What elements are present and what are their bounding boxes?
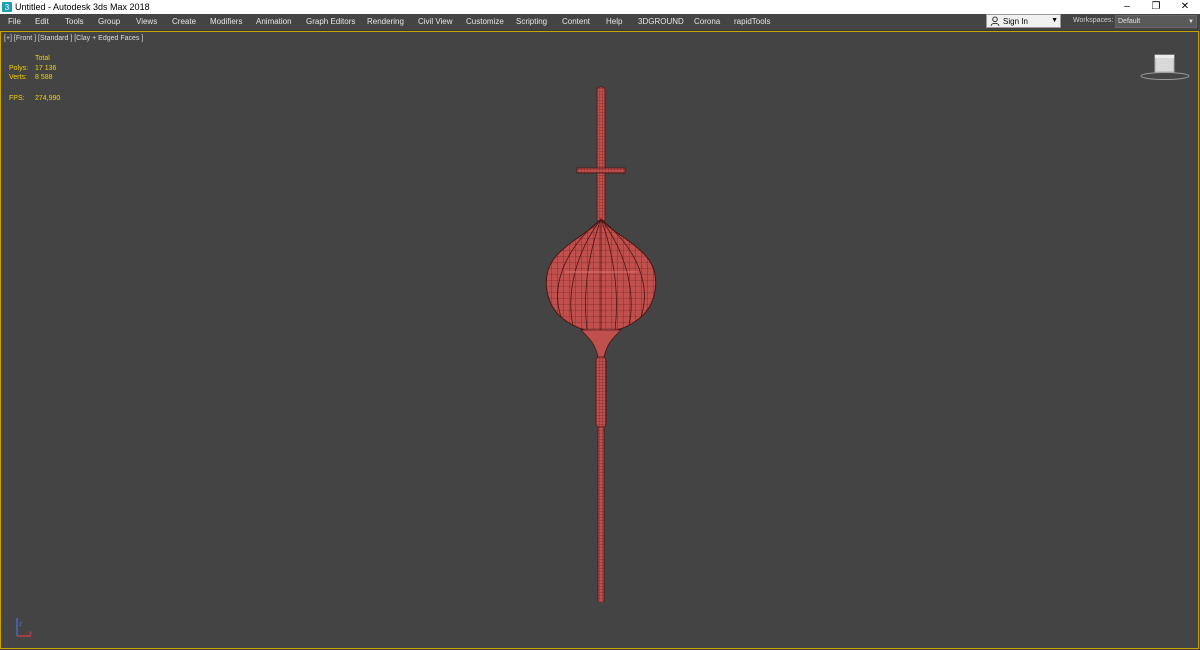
menu-content[interactable]: Content [562,16,590,28]
viewport-label-menu[interactable]: [+] [Front ] [Standard ] [Clay + Edged F… [4,34,143,44]
minimize-button[interactable]: – [1113,0,1141,14]
window-title: Untitled - Autodesk 3ds Max 2018 [15,2,150,12]
menu-3dground[interactable]: 3DGROUND [638,16,684,28]
menu-civil-view[interactable]: Civil View [418,16,453,28]
menu-help[interactable]: Help [606,16,622,28]
user-icon [990,16,1000,26]
fps-value: 274,990 [35,95,61,102]
workspaces-value: Default [1118,18,1141,25]
menu-create[interactable]: Create [172,16,196,28]
menu-scripting[interactable]: Scripting [516,16,547,28]
menu-customize[interactable]: Customize [466,16,504,28]
verts-label: Verts: [9,74,27,81]
menu-tools[interactable]: Tools [65,16,84,28]
model-wireframe[interactable] [521,82,681,602]
viewcube-icon[interactable] [1139,52,1191,82]
menu-group[interactable]: Group [98,16,120,28]
svg-text:x: x [29,631,32,637]
menu-modifiers[interactable]: Modifiers [210,16,242,28]
restore-button[interactable]: ❐ [1142,0,1170,14]
polys-label: Polys: [9,65,29,72]
menu-edit[interactable]: Edit [35,16,49,28]
menu-rendering[interactable]: Rendering [367,16,404,28]
menu-file[interactable]: File [8,16,21,28]
sign-in-dropdown[interactable]: Sign In ▼ [986,14,1061,28]
title-bar: 3 Untitled - Autodesk 3ds Max 2018 – ❐ ✕ [0,0,1200,14]
axis-tripod-icon: z x [16,618,32,637]
menu-rapidtools[interactable]: rapidTools [734,16,770,28]
fps-label: FPS: [9,95,25,102]
chevron-down-icon: ▼ [1051,17,1058,24]
polys-value: 17 136 [35,65,57,72]
3dsmax-app-icon: 3 [2,2,12,12]
close-button[interactable]: ✕ [1171,0,1199,14]
svg-text:3: 3 [5,3,10,12]
workspaces-label: Workspaces: [1073,17,1114,24]
chevron-down-icon: ▼ [1188,19,1194,25]
menu-views[interactable]: Views [136,16,157,28]
menu-graph-editors[interactable]: Graph Editors [306,16,355,28]
menu-corona[interactable]: Corona [694,16,720,28]
stats-header: Total [35,55,50,62]
verts-value: 8 588 [35,74,53,81]
svg-text:z: z [19,622,22,628]
workspaces-select[interactable]: Default ▼ [1115,15,1197,28]
sign-in-label: Sign In [1003,17,1028,26]
front-viewport[interactable]: [+] [Front ] [Standard ] [Clay + Edged F… [0,31,1199,649]
menu-animation[interactable]: Animation [256,16,292,28]
